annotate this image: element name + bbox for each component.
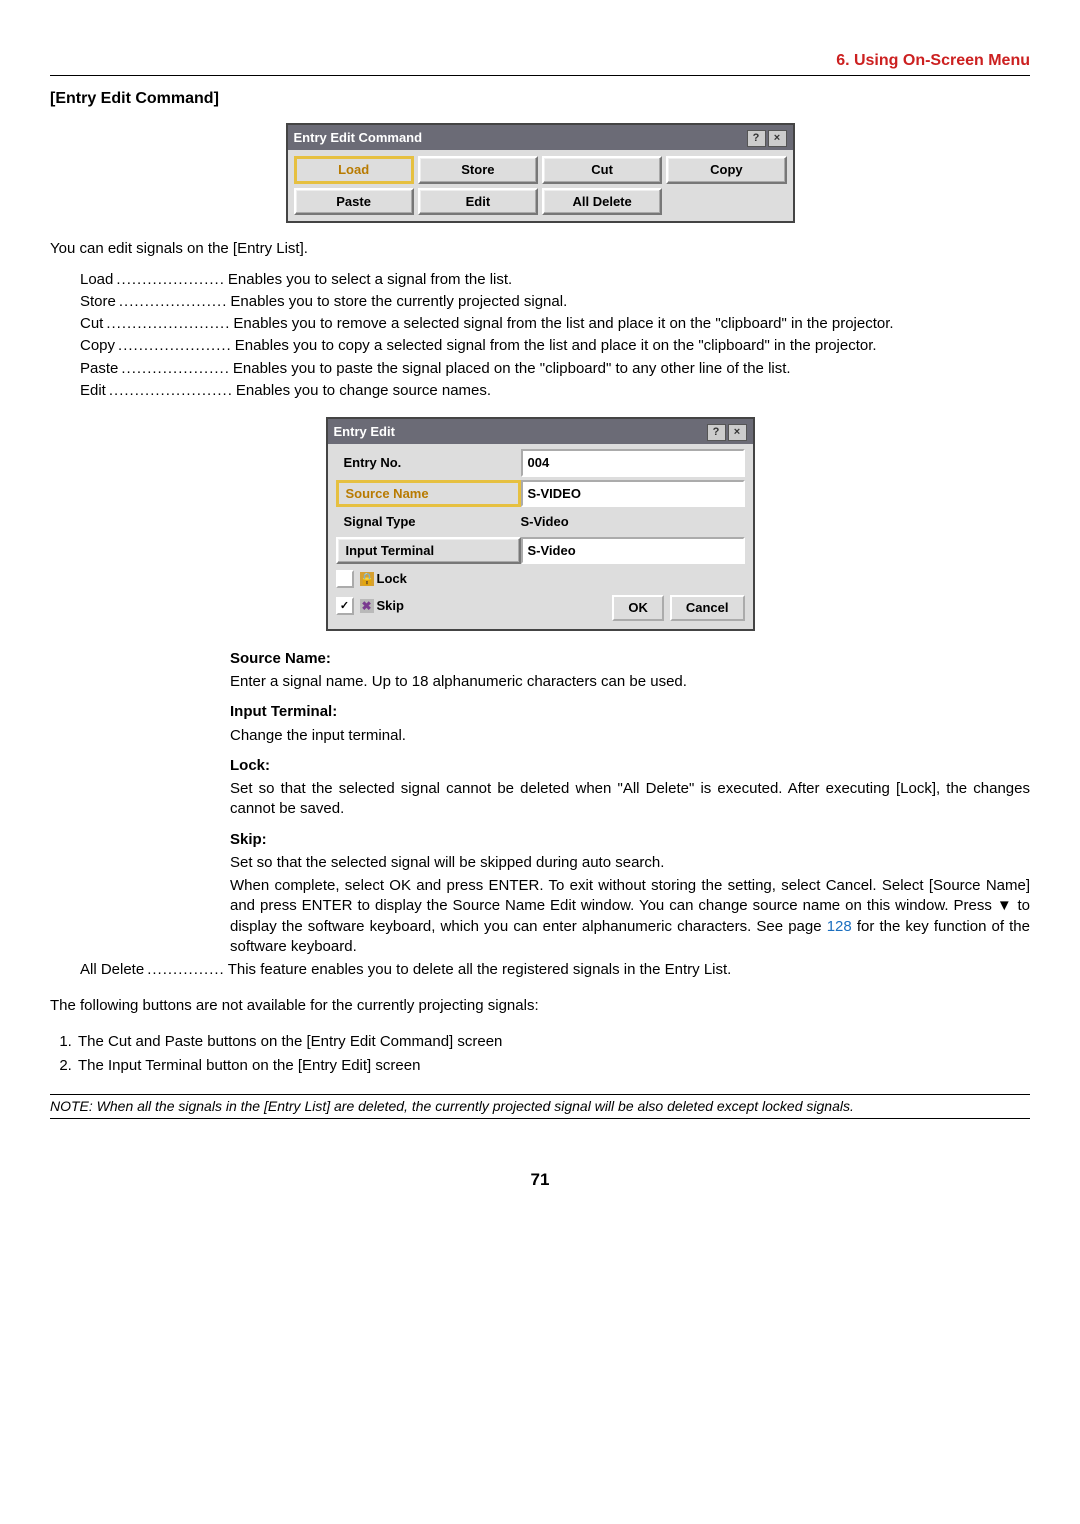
dialog-title-text: Entry Edit Command: [294, 129, 423, 147]
edit-button[interactable]: Edit: [418, 188, 538, 216]
complete-text: When complete, select OK and press ENTER…: [230, 876, 1030, 957]
source-name-text: Enter a signal name. Up to 18 alphanumer…: [230, 672, 1030, 692]
not-available-text: The following buttons are not available …: [50, 996, 1030, 1016]
lock-icon: 🔒: [360, 572, 374, 586]
def-load: Load.....................Enables you to …: [80, 270, 1030, 290]
input-terminal-text: Change the input terminal.: [230, 726, 1030, 746]
input-terminal-heading: Input Terminal:: [230, 702, 1030, 722]
signal-type-value: S-Video: [521, 510, 745, 534]
def-cut: Cut........................Enables you t…: [80, 314, 1030, 334]
skip-text: Set so that the selected signal will be …: [230, 853, 1030, 873]
dialog2-titlebar: Entry Edit ?×: [328, 419, 753, 444]
entry-no-value: 004: [521, 449, 745, 477]
skip-checkbox-row: ✓ ✖ Skip: [336, 594, 404, 618]
lock-label: Lock: [377, 570, 407, 588]
lock-checkbox-row: 🔒 Lock: [336, 567, 745, 591]
def-paste: Paste.....................Enables you to…: [80, 359, 1030, 379]
source-name-value[interactable]: S-VIDEO: [521, 480, 745, 508]
entry-edit-command-dialog: Entry Edit Command ?× Load Store Cut Cop…: [286, 123, 795, 223]
close-icon[interactable]: ×: [728, 424, 747, 441]
skip-label: Skip: [377, 597, 404, 615]
input-terminal-value[interactable]: S-Video: [521, 537, 745, 565]
titlebar-icons-2: ?×: [705, 422, 747, 441]
dialog2-title-text: Entry Edit: [334, 423, 395, 441]
def-edit: Edit........................Enables you …: [80, 381, 1030, 401]
page-number: 71: [50, 1169, 1030, 1192]
source-name-button[interactable]: Source Name: [336, 480, 521, 508]
lock-checkbox[interactable]: [336, 570, 354, 588]
note-text: NOTE: When all the signals in the [Entry…: [50, 1094, 1030, 1119]
input-terminal-button[interactable]: Input Terminal: [336, 537, 521, 565]
page-link-128[interactable]: 128: [827, 918, 852, 935]
list-item: The Input Terminal button on the [Entry …: [76, 1056, 1030, 1076]
not-available-list: The Cut and Paste buttons on the [Entry …: [76, 1032, 1030, 1077]
command-definitions: Load.....................Enables you to …: [80, 270, 1030, 402]
section-header: 6. Using On-Screen Menu: [50, 50, 1030, 75]
help-icon[interactable]: ?: [747, 130, 766, 147]
page-subtitle: [Entry Edit Command]: [50, 88, 1030, 110]
cancel-button[interactable]: Cancel: [670, 595, 745, 621]
copy-button[interactable]: Copy: [666, 156, 786, 184]
skip-checkbox[interactable]: ✓: [336, 597, 354, 615]
load-button[interactable]: Load: [294, 156, 414, 184]
close-icon[interactable]: ×: [768, 130, 787, 147]
descriptions: Source Name: Enter a signal name. Up to …: [230, 649, 1030, 957]
skip-icon: ✖: [360, 599, 374, 613]
entry-no-label: Entry No.: [336, 451, 521, 475]
def-store: Store.....................Enables you to…: [80, 292, 1030, 312]
entry-edit-dialog: Entry Edit ?× Entry No. 004 Source Name …: [326, 417, 755, 631]
def-copy: Copy......................Enables you to…: [80, 336, 1030, 356]
titlebar-icons: ?×: [745, 128, 787, 147]
all-delete-def: All Delete...............This feature en…: [80, 960, 1030, 980]
paste-button[interactable]: Paste: [294, 188, 414, 216]
skip-heading: Skip:: [230, 830, 1030, 850]
signal-type-label: Signal Type: [336, 510, 521, 534]
dialog-titlebar: Entry Edit Command ?×: [288, 125, 793, 150]
ok-button[interactable]: OK: [612, 595, 664, 621]
help-icon[interactable]: ?: [707, 424, 726, 441]
lock-heading: Lock:: [230, 756, 1030, 776]
header-rule: 6. Using On-Screen Menu: [50, 50, 1030, 76]
source-name-heading: Source Name:: [230, 649, 1030, 669]
list-item: The Cut and Paste buttons on the [Entry …: [76, 1032, 1030, 1052]
intro-text: You can edit signals on the [Entry List]…: [50, 239, 1030, 259]
all-delete-button[interactable]: All Delete: [542, 188, 662, 216]
cut-button[interactable]: Cut: [542, 156, 662, 184]
store-button[interactable]: Store: [418, 156, 538, 184]
lock-text: Set so that the selected signal cannot b…: [230, 779, 1030, 820]
